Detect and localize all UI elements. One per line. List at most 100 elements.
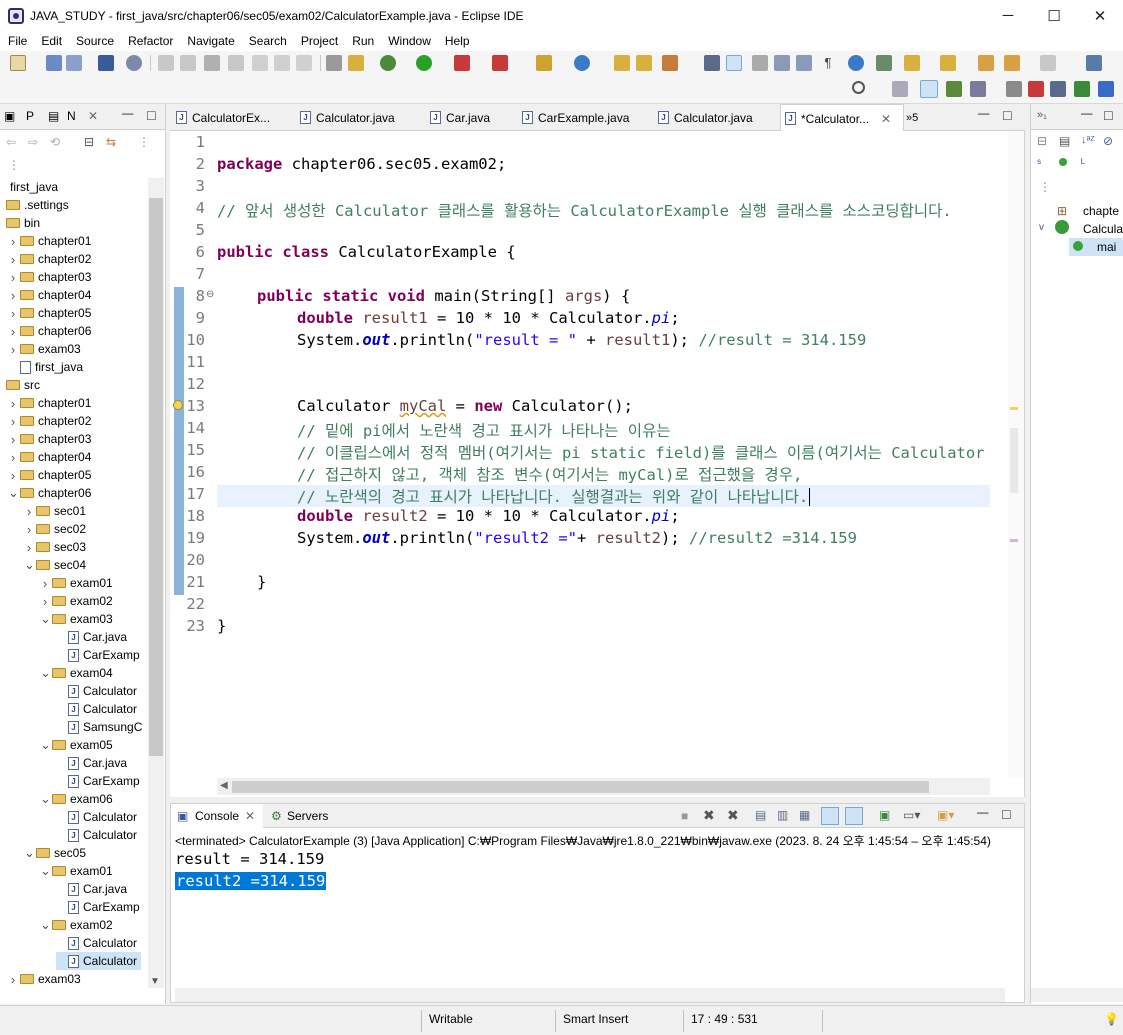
maximize-editor-icon[interactable]: ☐ xyxy=(1002,109,1013,123)
tree-file-item[interactable]: J Car.java xyxy=(56,754,127,772)
chevron-right-icon[interactable]: › xyxy=(8,342,18,357)
menu-search[interactable]: Search xyxy=(241,34,293,48)
tree-file-item[interactable]: J Calculator xyxy=(56,700,137,718)
chevron-right-icon[interactable]: › xyxy=(8,468,18,483)
next-annotation-icon[interactable] xyxy=(904,55,920,71)
tree-folder-item[interactable]: bin xyxy=(6,214,40,232)
show-whitespace-icon[interactable] xyxy=(796,55,812,71)
toggle-highlight-icon[interactable] xyxy=(726,55,742,71)
warning-marker-icon[interactable] xyxy=(173,400,183,410)
forward-arrow-icon[interactable]: ⇨ xyxy=(28,135,38,149)
chevron-right-icon[interactable]: › xyxy=(8,306,18,321)
outline-item-class[interactable]: Calcula xyxy=(1083,222,1123,236)
maximize-button[interactable]: ☐ xyxy=(1031,0,1077,31)
last-edit-location-icon[interactable] xyxy=(978,55,994,71)
tree-folder-item[interactable]: › chapter05 xyxy=(8,466,92,484)
tree-file-item[interactable]: J SamsungC xyxy=(56,718,142,736)
show-on-output-icon[interactable] xyxy=(821,807,839,825)
more-tabs-button[interactable]: »5 xyxy=(906,104,930,131)
tree-folder-item[interactable]: › chapter01 xyxy=(8,232,92,250)
tree-file-item[interactable]: J CarExamp xyxy=(56,772,140,790)
suspend-icon[interactable] xyxy=(180,55,196,71)
chevron-right-icon[interactable]: › xyxy=(8,234,18,249)
perspective-icon[interactable] xyxy=(1086,55,1102,71)
maximize-outline-icon[interactable]: ☐ xyxy=(1103,109,1114,123)
tab-navigator[interactable]: N xyxy=(67,109,76,123)
toggle-mark-occurrences-icon[interactable] xyxy=(704,55,720,71)
use-step-filters-icon[interactable] xyxy=(326,55,342,71)
step-return-icon[interactable] xyxy=(296,55,312,71)
previous-annotation-icon[interactable] xyxy=(940,55,956,71)
close-button[interactable]: ✕ xyxy=(1077,0,1123,31)
tree-folder-item[interactable]: › chapter03 xyxy=(8,268,92,286)
collapse-all-icon[interactable]: ⊟ xyxy=(84,135,94,149)
chevron-down-icon[interactable]: ⌄ xyxy=(24,557,35,573)
menu-window[interactable]: Window xyxy=(380,34,437,48)
back-icon[interactable] xyxy=(1004,55,1020,71)
chevron-down-icon[interactable]: ⌄ xyxy=(40,611,51,627)
minimize-console-icon[interactable]: ─ xyxy=(977,805,988,823)
chevron-down-icon[interactable]: ⌄ xyxy=(40,737,51,753)
tab-carexample-java[interactable]: J CarExample.java xyxy=(522,104,642,131)
chevron-right-icon[interactable]: › xyxy=(24,522,34,537)
tree-file-item[interactable]: first_java xyxy=(8,358,83,376)
books-icon[interactable] xyxy=(1074,81,1090,97)
hide-nonpublic-icon[interactable] xyxy=(1059,158,1067,166)
chevron-right-icon[interactable]: › xyxy=(40,594,50,609)
menu-file[interactable]: File xyxy=(0,34,33,48)
chevron-down-icon[interactable]: ⌄ xyxy=(40,665,51,681)
new-java-class-icon[interactable] xyxy=(574,55,590,71)
tree-folder-item[interactable]: src xyxy=(6,376,40,394)
terminate-icon[interactable] xyxy=(204,55,220,71)
menu-help[interactable]: Help xyxy=(437,34,476,48)
display-console-icon[interactable]: ▭▾ xyxy=(903,808,920,822)
restore-icon[interactable] xyxy=(1006,81,1022,97)
chevron-down-icon[interactable]: ⌄ xyxy=(40,863,51,879)
minimize-outline-icon[interactable]: ─ xyxy=(1081,106,1092,124)
search-java-icon[interactable] xyxy=(662,55,678,71)
chart-icon[interactable] xyxy=(1098,81,1114,97)
view-icon[interactable] xyxy=(1028,81,1044,97)
scroll-down-icon[interactable]: ▼ xyxy=(150,976,160,987)
tree-folder-item[interactable]: ⌄ exam05 xyxy=(40,736,113,754)
chevron-down-icon[interactable]: ⌄ xyxy=(8,485,19,501)
chevron-right-icon[interactable]: › xyxy=(8,396,18,411)
tree-file-item[interactable]: J Car.java xyxy=(56,880,127,898)
minimize-view-icon[interactable]: ─ xyxy=(122,106,133,124)
outline-item-package[interactable]: chapte xyxy=(1083,204,1119,218)
tree-file-item[interactable]: J Calculator xyxy=(56,826,137,844)
console-horizontal-scrollbar[interactable] xyxy=(175,988,1005,1002)
tree-folder-item[interactable]: ⌄ exam03 xyxy=(40,610,113,628)
tab-calculatorexample-1[interactable]: J CalculatorEx... xyxy=(176,104,284,131)
tree-file-item[interactable]: J Calculator xyxy=(56,952,142,970)
debug-icon[interactable] xyxy=(380,55,396,71)
chevron-right-icon[interactable]: › xyxy=(40,576,50,591)
remove-launch-icon[interactable]: ✖ xyxy=(703,807,715,824)
hide-fields-icon[interactable]: ⊘ xyxy=(1103,134,1113,148)
tree-folder-item[interactable]: › chapter06 xyxy=(8,322,92,340)
chevron-right-icon[interactable]: › xyxy=(8,450,18,465)
view-menu-icon[interactable]: ⋮ xyxy=(138,135,150,149)
chevron-right-icon[interactable]: › xyxy=(8,414,18,429)
editor-vertical-scrollbar[interactable] xyxy=(990,131,1008,778)
tree-folder-item[interactable]: › chapter04 xyxy=(8,448,92,466)
close-tab-icon[interactable]: ✕ xyxy=(88,109,98,123)
tree-file-item[interactable]: J CarExamp xyxy=(56,646,140,664)
tree-folder-item[interactable]: ⌄ exam04 xyxy=(40,664,113,682)
more-icon[interactable]: ⋮ xyxy=(8,158,20,172)
tree-folder-item[interactable]: › chapter05 xyxy=(8,304,92,322)
tree-folder-item[interactable]: .settings xyxy=(6,196,69,214)
editor-scroll-thumb[interactable] xyxy=(232,781,929,793)
sort-icon[interactable]: ↓ᵃᶻ xyxy=(1081,134,1095,146)
terminate-console-icon[interactable]: ■ xyxy=(681,809,688,823)
java-perspective-icon[interactable] xyxy=(920,80,938,98)
tree-folder-item[interactable]: ⌄ exam06 xyxy=(40,790,113,808)
open-task-icon[interactable] xyxy=(636,55,652,71)
tree-folder-item[interactable]: › chapter03 xyxy=(8,430,92,448)
chevron-right-icon[interactable]: › xyxy=(24,540,34,555)
step-into-icon[interactable] xyxy=(252,55,268,71)
chevron-down-icon[interactable]: ⌄ xyxy=(24,845,35,861)
scroll-lock-icon[interactable]: ▥ xyxy=(777,808,788,822)
new-java-project-icon[interactable] xyxy=(536,55,552,71)
tree-file-item[interactable]: J Calculator xyxy=(56,808,137,826)
